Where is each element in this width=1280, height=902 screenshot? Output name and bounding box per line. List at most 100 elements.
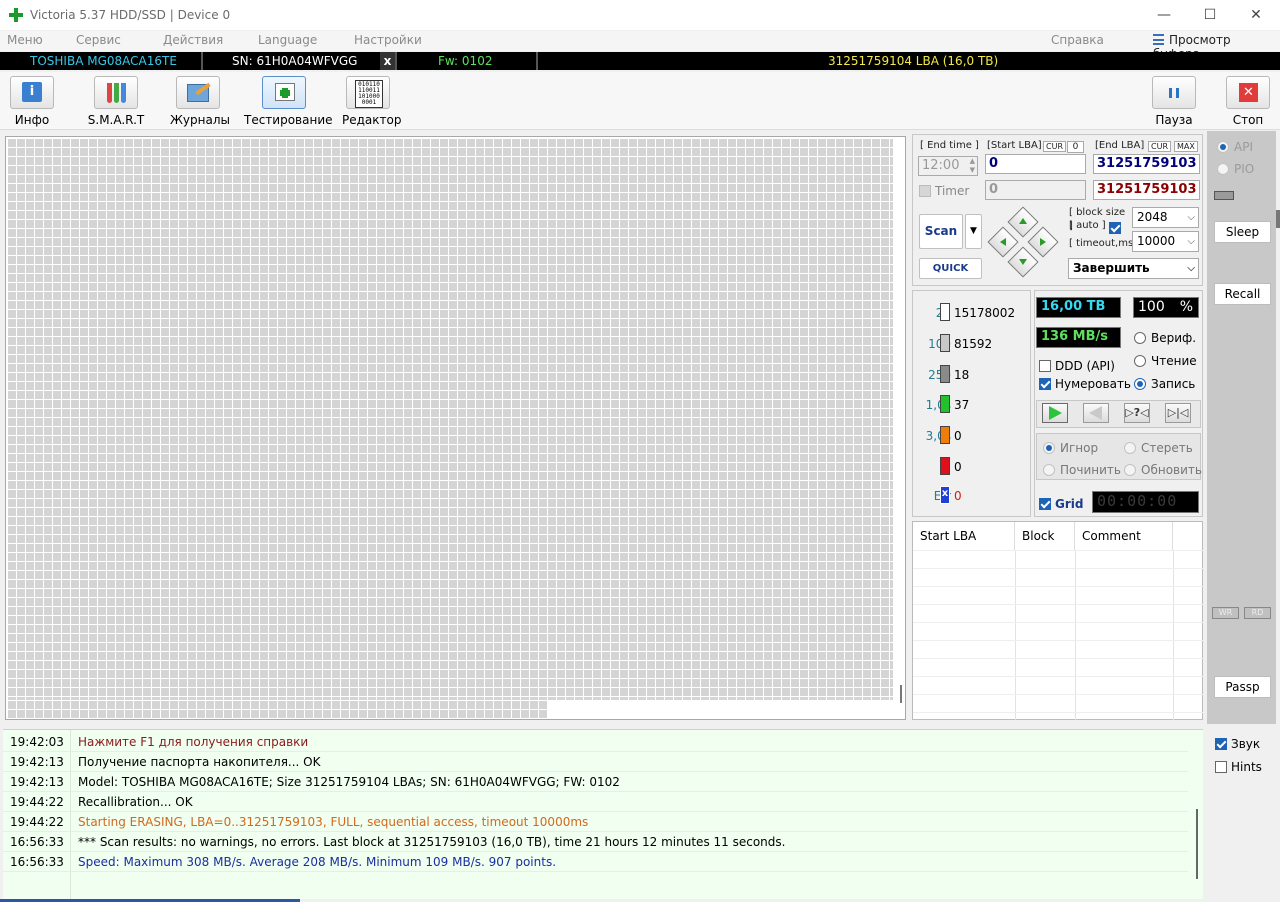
- api-radio-dot: [1217, 141, 1229, 153]
- play-backward-button[interactable]: [1083, 403, 1109, 423]
- pause-label: Пауза: [1155, 113, 1193, 127]
- ignore-radio[interactable]: Игнор: [1043, 441, 1098, 455]
- butterfly-seek-button[interactable]: ▷|◁: [1165, 403, 1191, 423]
- log-entry: 19:42:13 Получение паспорта накопителя...…: [3, 752, 1188, 772]
- minimize-button[interactable]: —: [1141, 0, 1187, 30]
- error-swatch: x: [940, 486, 950, 504]
- timer-checkbox[interactable]: Timer: [919, 184, 969, 198]
- interface-side-panel: API PIO Sleep Recall WR RD Passp: [1207, 131, 1276, 724]
- main-toolbar: i Инфо S.M.A.R.T Журналы Тестирование 01…: [0, 72, 1280, 130]
- start-lba-input[interactable]: 0: [985, 154, 1086, 174]
- device-firmware: Fw: 0102: [438, 54, 493, 68]
- log-timestamp: 19:44:22: [10, 815, 64, 829]
- numbering-checkbox[interactable]: Нумеровать: [1039, 377, 1131, 391]
- arrow-up-icon: [1019, 218, 1027, 224]
- auto-checkbox[interactable]: [1109, 222, 1121, 234]
- speed-display: 136 MB/s: [1036, 327, 1121, 348]
- smart-button[interactable]: S.M.A.R.T: [86, 76, 146, 127]
- log-message: *** Scan results: no warnings, no errors…: [78, 835, 786, 849]
- random-seek-button[interactable]: ▷?◁: [1124, 403, 1150, 423]
- stats-row: 1,0s 37: [913, 395, 1023, 415]
- end-lba-input[interactable]: 31251759103: [1093, 154, 1200, 174]
- arrow-left-icon: [1000, 238, 1006, 246]
- sound-label: Звук: [1231, 737, 1261, 751]
- event-log: 19:42:03 Нажмите F1 для получения справки…: [3, 729, 1203, 900]
- auto-label: [ auto ]: [1069, 220, 1106, 231]
- status-indicator: [1214, 191, 1234, 200]
- column-block[interactable]: Block: [1015, 522, 1075, 550]
- menu-help[interactable]: Справка: [1051, 33, 1104, 47]
- start-cur-button[interactable]: CUR: [1043, 141, 1066, 152]
- timeout-select[interactable]: 10000 ⌵: [1132, 231, 1199, 252]
- menu-service[interactable]: Сервис: [76, 33, 121, 47]
- refresh-radio[interactable]: Обновить: [1124, 463, 1202, 477]
- erase-radio[interactable]: Стереть: [1124, 441, 1193, 455]
- sound-checkbox[interactable]: Звук: [1215, 737, 1260, 751]
- api-radio[interactable]: API: [1217, 140, 1253, 154]
- repair-radio[interactable]: Починить: [1043, 463, 1121, 477]
- device-serial: SN: 61H0A04WFVGG: [232, 54, 358, 68]
- pio-radio[interactable]: PIO: [1217, 162, 1254, 176]
- reverse-icon: [1089, 406, 1102, 420]
- stop-button[interactable]: ✕ Стоп: [1226, 76, 1270, 127]
- maximize-button[interactable]: ☐: [1187, 0, 1233, 30]
- quick-button[interactable]: QUICK: [919, 258, 982, 279]
- grid-scroll-indicator: [900, 685, 902, 703]
- stop-icon: ✕: [1226, 76, 1270, 109]
- close-window-button[interactable]: ✕: [1233, 0, 1279, 30]
- log-entry: 19:44:22 Recallibration... OK: [3, 792, 1188, 812]
- scan-block-grid: [5, 136, 906, 720]
- api-label: API: [1234, 140, 1253, 154]
- end-cur-button[interactable]: CUR: [1148, 141, 1171, 152]
- hints-checkbox[interactable]: Hints: [1215, 760, 1262, 774]
- logs-button[interactable]: Журналы: [170, 76, 230, 127]
- end-lba-label: [End LBA]: [1095, 140, 1145, 151]
- verify-radio[interactable]: Вериф.: [1134, 331, 1196, 345]
- grid-checkbox[interactable]: Grid: [1039, 497, 1083, 511]
- menu-language[interactable]: Language: [258, 33, 317, 47]
- ignore-radio-dot: [1043, 442, 1055, 454]
- menu-main[interactable]: Меню: [7, 33, 43, 47]
- grid-check: [1039, 498, 1051, 510]
- sleep-button[interactable]: Sleep: [1214, 221, 1271, 243]
- log-scroll-indicator[interactable]: [1196, 809, 1198, 879]
- info-button[interactable]: i Инфо: [10, 76, 54, 127]
- pause-icon: [1152, 76, 1196, 109]
- block-size-select[interactable]: 2048 ⌵: [1132, 207, 1199, 228]
- stats-count: 0: [954, 460, 962, 474]
- menu-actions[interactable]: Действия: [163, 33, 223, 47]
- write-radio[interactable]: Запись: [1134, 377, 1195, 391]
- device-close-button[interactable]: x: [380, 52, 395, 70]
- menu-bar: Меню Сервис Действия Language Настройки …: [0, 31, 1280, 61]
- read-radio[interactable]: Чтение: [1134, 354, 1197, 368]
- write-radio-dot: [1134, 378, 1146, 390]
- scan-button[interactable]: Scan: [919, 214, 963, 249]
- logs-label: Журналы: [170, 113, 230, 127]
- grid-blocks-last-row: [7, 700, 547, 718]
- finish-action-select[interactable]: Завершить ⌵: [1068, 258, 1199, 279]
- scan-dropdown-button[interactable]: ▼: [965, 214, 982, 249]
- pause-button[interactable]: Пауза: [1152, 76, 1196, 127]
- color-swatch: [940, 303, 950, 321]
- log-timestamp: 19:42:13: [10, 775, 64, 789]
- recall-button[interactable]: Recall: [1214, 283, 1271, 305]
- grid-label: Grid: [1055, 497, 1084, 511]
- play-forward-button[interactable]: [1042, 403, 1068, 423]
- testing-button[interactable]: Тестирование: [244, 76, 333, 127]
- editor-button[interactable]: 010110 110011 101000 0001 Редактор: [342, 76, 401, 127]
- finish-action-value: Завершить: [1073, 261, 1150, 275]
- stop-label: Стоп: [1232, 113, 1264, 127]
- device-capacity: 31251759104 LBA (16,0 TB): [828, 54, 999, 68]
- timer-check: [919, 185, 931, 197]
- passport-button[interactable]: Passp: [1214, 676, 1271, 698]
- end-time-input[interactable]: 12:00 ▲ ▼: [918, 156, 978, 176]
- start-cur-value: 0: [1067, 141, 1084, 153]
- play-icon: [1049, 406, 1062, 420]
- column-comment[interactable]: Comment: [1075, 522, 1173, 550]
- ddd-checkbox[interactable]: DDD (API): [1039, 359, 1115, 373]
- menu-settings[interactable]: Настройки: [354, 33, 422, 47]
- column-start-lba[interactable]: Start LBA: [913, 522, 1015, 550]
- end-max-button[interactable]: MAX: [1174, 141, 1198, 152]
- elapsed-timer: 00:00:00: [1092, 491, 1199, 513]
- size-display: 16,00 TB: [1036, 297, 1121, 318]
